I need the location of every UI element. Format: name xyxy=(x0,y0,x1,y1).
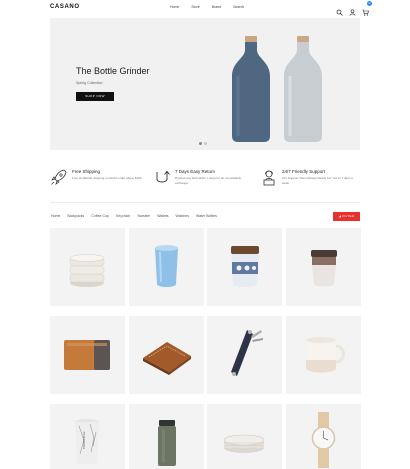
hero-subtitle: Spring Collection xyxy=(76,81,103,85)
feature-desc: Product any fault within 7 days for an i… xyxy=(175,176,242,185)
category-wallets[interactable]: Wallets xyxy=(157,214,168,218)
feature-easy-return: 7 Days Easy Return Product any fault wit… xyxy=(153,166,253,196)
product-card-tan-wallet[interactable] xyxy=(50,316,125,394)
product-card-keepcup[interactable] xyxy=(286,228,361,306)
cart-icon[interactable]: 0 xyxy=(362,1,372,16)
hero-banner: The Bottle Grinder Spring Collection SHO… xyxy=(50,18,360,150)
site-logo[interactable]: CASANO xyxy=(50,4,80,10)
category-sweater[interactable]: Sweater xyxy=(137,214,150,218)
features-bar: Free Shipping Free worldwide shipping on… xyxy=(50,160,360,200)
nav-item-store[interactable]: Store xyxy=(191,5,199,9)
rocket-icon xyxy=(51,169,67,185)
white-mug-image xyxy=(306,337,345,373)
stacked-plates-image xyxy=(223,434,265,453)
zip-wallet-image xyxy=(143,342,191,375)
hero-title: The Bottle Grinder xyxy=(76,66,150,76)
product-card-blue-tumbler[interactable] xyxy=(129,228,204,306)
feature-desc: Free worldwide shipping on all the order… xyxy=(72,176,142,180)
feature-title: 7 Days Easy Return xyxy=(175,169,216,174)
slider-dot-2[interactable] xyxy=(204,142,207,145)
marble-tumbler-image: CORKCICLE xyxy=(75,419,99,464)
return-arrow-icon xyxy=(156,170,170,183)
product-card-watch[interactable] xyxy=(286,404,361,469)
feature-support: 24/7 Friendly Support Our Support Team A… xyxy=(260,166,360,196)
blue-tumbler-image xyxy=(155,245,178,287)
keepcup-image xyxy=(311,250,337,287)
feature-desc: Our Support Team Always Ready For You to… xyxy=(282,176,353,185)
support-agent-icon xyxy=(263,170,275,186)
search-icon[interactable] xyxy=(336,3,343,16)
tan-wallet-image xyxy=(64,340,110,370)
shop-now-button[interactable]: SHOP NOW xyxy=(76,92,114,101)
product-card-glass-cup[interactable] xyxy=(207,228,282,306)
travel-mug-image xyxy=(158,420,176,466)
section-divider xyxy=(50,202,360,203)
category-keychain[interactable]: Keychain xyxy=(116,214,130,218)
top-header: CASANO Home Store Brand Search 0 xyxy=(0,0,410,16)
product-card-white-mug[interactable] xyxy=(286,316,361,394)
main-nav: Home Store Brand Search xyxy=(170,5,244,9)
product-card-travel-mug[interactable] xyxy=(129,404,204,469)
nav-item-search[interactable]: Search xyxy=(233,5,244,9)
header-icons: 0 xyxy=(336,1,372,16)
watch-image xyxy=(311,412,336,468)
category-water-bottles[interactable]: Water Bottles xyxy=(196,214,217,218)
nav-item-brand[interactable]: Brand xyxy=(212,5,221,9)
svg-text:CORKCICLE: CORKCICLE xyxy=(82,431,86,449)
product-card-bowls[interactable] xyxy=(50,228,125,306)
glass-cup-image xyxy=(231,246,259,287)
feature-title: Free Shipping xyxy=(72,169,101,174)
user-icon[interactable] xyxy=(349,3,356,16)
filter-label: FILTER xyxy=(342,214,355,218)
filter-button[interactable]: ◢ FILTER xyxy=(333,212,360,221)
category-home[interactable]: Home xyxy=(51,214,60,218)
bottle-grinder-gray-image xyxy=(284,36,322,142)
category-coffee-cup[interactable]: Coffee Cup xyxy=(91,214,109,218)
bowls-image xyxy=(69,254,105,287)
feature-free-shipping: Free Shipping Free worldwide shipping on… xyxy=(50,166,150,196)
category-watches[interactable]: Watches xyxy=(176,214,190,218)
product-card-stacked-plates[interactable] xyxy=(207,404,282,469)
feature-title: 24/7 Friendly Support xyxy=(282,169,326,174)
cart-count-badge: 0 xyxy=(367,1,372,6)
product-card-zip-wallet[interactable] xyxy=(129,316,204,394)
slider-dot-1[interactable] xyxy=(199,142,202,145)
category-tabs: Home Backpacks Coffee Cup Keychain Sweat… xyxy=(51,214,217,218)
product-card-marble-tumbler[interactable]: CORKCICLE xyxy=(50,404,125,469)
product-card-key-organizer[interactable] xyxy=(207,316,282,394)
slider-dots xyxy=(199,142,207,145)
category-backpacks[interactable]: Backpacks xyxy=(67,214,84,218)
bottle-grinder-blue-image xyxy=(232,36,270,142)
key-organizer-image xyxy=(231,330,263,376)
nav-item-home[interactable]: Home xyxy=(170,5,179,9)
